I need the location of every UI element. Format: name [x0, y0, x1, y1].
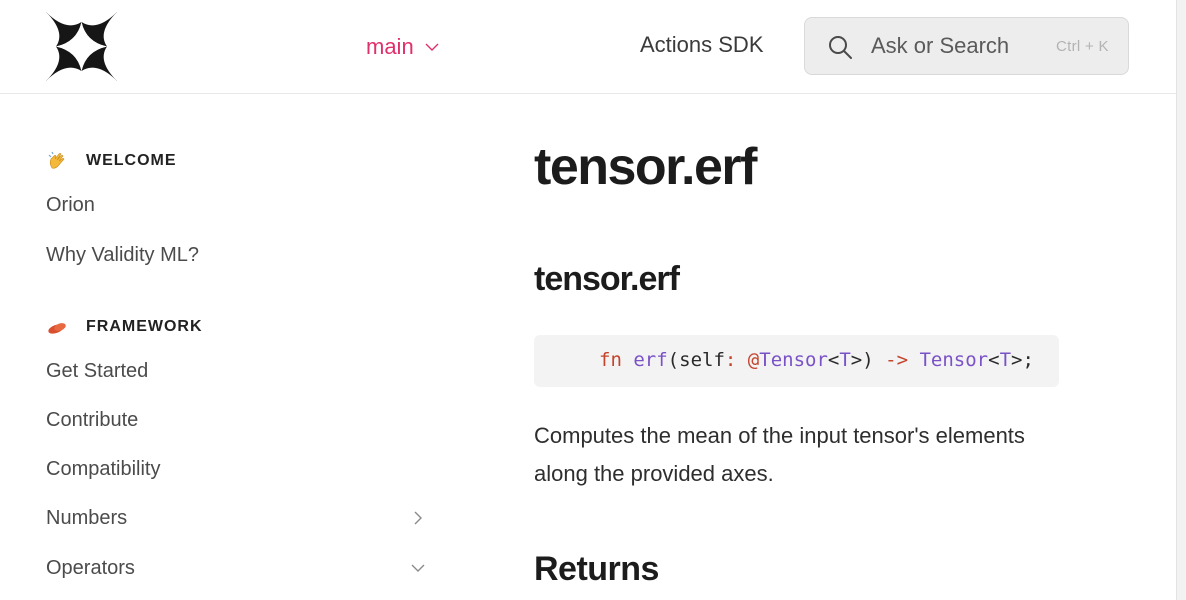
code-keyword-fn: fn	[599, 349, 622, 371]
search-shortcut-hint: Ctrl + K	[1056, 38, 1109, 55]
waving-hand-icon	[48, 151, 65, 169]
code-arrow: ->	[885, 349, 909, 371]
sidebar-item-orion[interactable]: Orion	[46, 194, 95, 217]
code-function-name: erf	[633, 349, 668, 371]
code-at: @	[747, 349, 760, 371]
search-box[interactable]: Ask or Search Ctrl + K	[804, 17, 1129, 75]
sausage-icon	[48, 323, 66, 334]
search-placeholder[interactable]: Ask or Search	[871, 33, 1009, 59]
actions-sdk-link[interactable]: Actions SDK	[640, 32, 764, 58]
code-gt-paren: >)	[850, 349, 874, 371]
code-return-type: Tensor	[919, 349, 989, 371]
section-title-welcome: WELCOME	[86, 152, 177, 169]
top-navigation-bar: main Actions SDK Ask or Search Ctrl + K	[0, 0, 1176, 94]
code-self: self	[679, 349, 725, 371]
section-title-framework: FRAMEWORK	[86, 318, 203, 335]
code-end: >;	[1011, 349, 1034, 371]
sidebar: WELCOME Orion Why Validity ML? FRAMEWORK…	[0, 95, 460, 600]
code-generic-t-2: T	[999, 349, 1012, 371]
description-text: Computes the mean of the input tensor's …	[534, 423, 1025, 486]
sidebar-item-contribute[interactable]: Contribute	[46, 409, 138, 432]
code-type-tensor: Tensor	[759, 349, 828, 371]
search-icon	[829, 36, 852, 59]
code-generic-t: T	[839, 349, 851, 371]
sidebar-item-why-validity-ml[interactable]: Why Validity ML?	[46, 244, 199, 267]
sidebar-item-numbers[interactable]: Numbers	[46, 507, 127, 530]
sidebar-item-compatibility[interactable]: Compatibility	[46, 458, 160, 481]
code-lt-2: <	[988, 349, 1000, 371]
sidebar-section-framework: FRAMEWORK	[46, 316, 203, 338]
logo-icon[interactable]	[46, 12, 117, 81]
code-lt: <	[827, 349, 840, 371]
page-title: tensor.erf	[534, 138, 757, 196]
chevron-right-icon[interactable]	[410, 510, 426, 526]
scrollbar[interactable]	[1176, 0, 1186, 600]
section-heading: tensor.erf	[534, 260, 680, 298]
returns-heading: Returns	[534, 550, 659, 588]
branch-label: main	[366, 34, 414, 59]
code-block: fn erf(self: @Tensor<T>) -> Tensor<T>;	[534, 335, 1059, 387]
sidebar-section-welcome: WELCOME	[46, 150, 177, 172]
sidebar-item-get-started[interactable]: Get Started	[46, 360, 148, 383]
code-paren-open: (	[667, 349, 680, 371]
chevron-down-icon	[425, 43, 439, 51]
code-colon: :	[724, 349, 737, 371]
branch-selector[interactable]: main	[366, 32, 440, 62]
code-signature: fn erf(self: @Tensor<T>) -> Tensor<T>;	[599, 349, 1034, 371]
chevron-down-icon[interactable]	[410, 560, 426, 576]
sidebar-item-operators[interactable]: Operators	[46, 557, 135, 580]
